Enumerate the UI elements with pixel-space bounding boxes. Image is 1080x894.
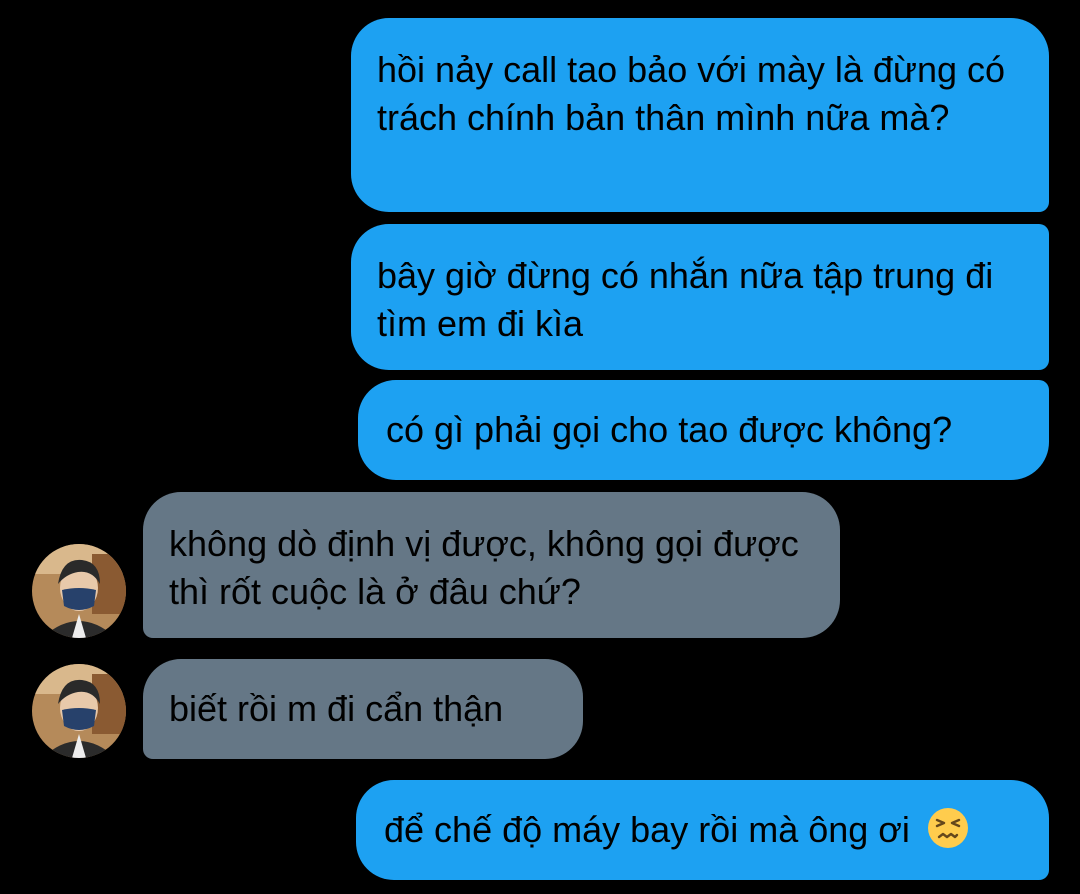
message-text: biết rồi m đi cẩn thận (169, 688, 504, 729)
message-bubble-sent[interactable]: có gì phải gọi cho tao được không? (358, 380, 1049, 480)
persevering-face-emoji-icon (926, 806, 970, 850)
message-text: hồi nảy call tao bảo với mày là đừng có … (377, 49, 1006, 138)
message-text: để chế độ máy bay rồi mà ông ơi (384, 809, 910, 850)
contact-avatar[interactable] (32, 544, 126, 638)
contact-avatar[interactable] (32, 664, 126, 758)
message-text: không dò định vị được, không gọi được th… (169, 523, 799, 612)
message-bubble-received[interactable]: không dò định vị được, không gọi được th… (143, 492, 840, 638)
message-text: có gì phải gọi cho tao được không? (386, 409, 953, 450)
message-text: bây giờ đừng có nhắn nữa tập trung đi tì… (377, 255, 994, 344)
message-bubble-sent[interactable]: để chế độ máy bay rồi mà ông ơi (356, 780, 1049, 880)
message-bubble-received[interactable]: biết rồi m đi cẩn thận (143, 659, 583, 759)
message-bubble-sent[interactable]: hồi nảy call tao bảo với mày là đừng có … (351, 18, 1049, 212)
message-bubble-sent[interactable]: bây giờ đừng có nhắn nữa tập trung đi tì… (351, 224, 1049, 370)
